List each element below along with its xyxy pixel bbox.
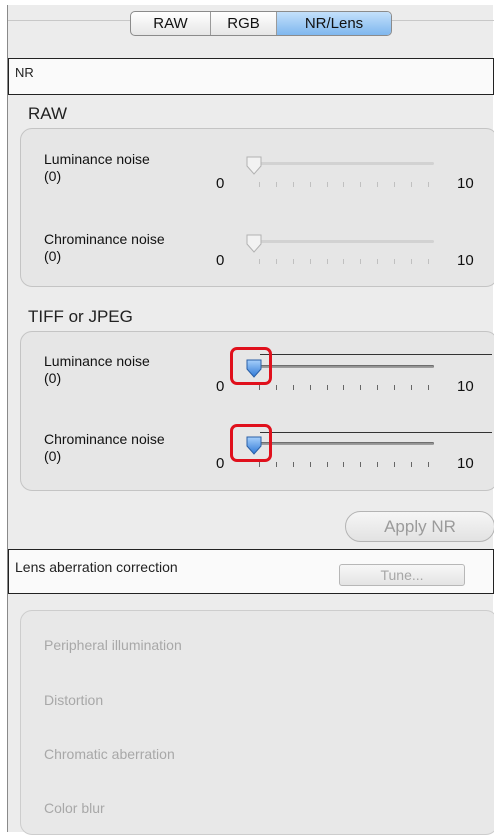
tiff-luminance-ticks: [259, 385, 429, 390]
tab-raw[interactable]: RAW: [131, 12, 211, 35]
raw-luminance-value: (0): [44, 168, 62, 184]
tiff-chrominance-slider[interactable]: [248, 442, 434, 445]
raw-luminance-min: 0: [216, 175, 225, 192]
lens-header-label: Lens aberration correction: [15, 559, 178, 575]
peripheral-illumination-label: Peripheral illumination: [44, 637, 182, 653]
raw-chrominance-slider[interactable]: [248, 240, 434, 243]
nr-header-label: NR: [15, 65, 34, 80]
tiff-chrominance-ticks: [259, 462, 429, 467]
slider-knob-icon[interactable]: [245, 156, 263, 176]
raw-chrominance-label: Chrominance noise (0): [44, 231, 165, 265]
callout-line: [260, 354, 492, 355]
tiff-chrominance-name: Chrominance noise: [44, 431, 165, 447]
raw-chrominance-max: 10: [457, 252, 474, 269]
tiff-chrominance-min: 0: [216, 455, 225, 472]
apply-nr-button[interactable]: Apply NR: [345, 511, 494, 542]
callout-line: [260, 432, 492, 433]
nr-lens-panel: RAW RGB NR/Lens NR RAW Luminance noise (…: [7, 5, 494, 835]
chromatic-aberration-label: Chromatic aberration: [44, 746, 175, 762]
raw-chrominance-ticks: [259, 259, 429, 264]
tiff-luminance-max: 10: [457, 378, 474, 395]
tiff-group-title: TIFF or JPEG: [28, 307, 133, 326]
raw-chrominance-name: Chrominance noise: [44, 231, 165, 247]
raw-group-title: RAW: [28, 104, 68, 123]
tab-rgb[interactable]: RGB: [211, 12, 277, 35]
raw-luminance-ticks: [259, 182, 429, 187]
tiff-luminance-label: Luminance noise (0): [44, 353, 150, 387]
raw-chrominance-value: (0): [44, 248, 62, 264]
tiff-luminance-slider[interactable]: [248, 365, 434, 368]
highlight-box: [230, 424, 272, 462]
raw-chrominance-min: 0: [216, 252, 225, 269]
tab-nr-lens[interactable]: NR/Lens: [277, 12, 391, 35]
raw-luminance-name: Luminance noise: [44, 151, 150, 167]
distortion-label: Distortion: [44, 692, 104, 708]
tiff-luminance-min: 0: [216, 378, 225, 395]
tiff-luminance-value: (0): [44, 370, 62, 386]
tiff-chrominance-max: 10: [457, 455, 474, 472]
tiff-chrominance-label: Chrominance noise (0): [44, 431, 165, 465]
color-blur-label: Color blur: [44, 800, 105, 816]
raw-luminance-slider[interactable]: [248, 162, 434, 165]
nr-section-header: NR: [8, 58, 494, 95]
highlight-box: [230, 347, 272, 385]
raw-luminance-label: Luminance noise (0): [44, 151, 150, 185]
raw-luminance-max: 10: [457, 175, 474, 192]
tiff-chrominance-value: (0): [44, 448, 62, 464]
tab-bar: RAW RGB NR/Lens: [130, 11, 392, 36]
slider-knob-icon[interactable]: [245, 234, 263, 254]
tiff-luminance-name: Luminance noise: [44, 353, 150, 369]
tune-button[interactable]: Tune...: [339, 564, 465, 586]
